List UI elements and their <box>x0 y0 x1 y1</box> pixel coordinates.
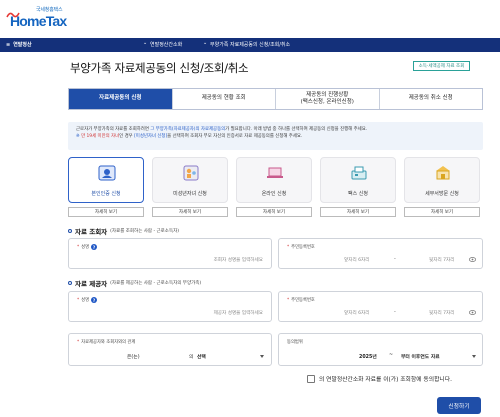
tab-apply[interactable]: 자료제공동의 신청 <box>69 89 172 109</box>
laptop-icon <box>267 167 283 178</box>
id-card-icon <box>98 165 116 181</box>
method-card-online[interactable]: 온라인 신청 <box>236 157 312 203</box>
tab-progress[interactable]: 제공동의 진행상황 (팩스신청, 온라인신청) <box>275 89 379 109</box>
method-label: 세무서방문 신청 <box>425 191 459 197</box>
section-bullet-icon <box>68 281 72 285</box>
eye-icon[interactable] <box>469 310 476 315</box>
relation-prefix: 은(는) <box>127 355 140 360</box>
tab-cancel[interactable]: 제공동의 취소 신청 <box>378 89 483 109</box>
notice-line-2: ※ 만 19세 미만의 자녀인 경우 [미성년자녀 신청]을 선택하여 조회자 … <box>76 134 303 139</box>
provider-name-input[interactable]: 제공자 성명을 입력하세요 <box>214 310 263 316</box>
page-title: 부양가족 자료제공동의 신청/조회/취소 <box>70 61 249 75</box>
logo-text: HomeTax <box>10 13 67 29</box>
detail-button[interactable]: 자세히 보기 <box>320 207 396 217</box>
detail-button[interactable]: 자세히 보기 <box>152 207 228 217</box>
provider-rrn-back-input[interactable]: 뒷자리 7자리 <box>429 310 455 316</box>
provider-rrn-field[interactable]: * 주민등록번호 앞자리 6자리 - 뒷자리 7자리 <box>278 291 483 322</box>
breadcrumb-item[interactable]: 부양가족 자료제공동의 신청/조회/취소 <box>210 41 290 48</box>
submit-button[interactable]: 신청하기 <box>437 397 481 414</box>
section-bullet-icon <box>68 229 72 233</box>
nav-menu-label: 연말정산 <box>13 42 32 48</box>
consent-row: 의 연말정산간소화 자료를 이(가) 조회함에 동의합니다. <box>307 374 452 383</box>
consent-checkbox[interactable] <box>307 374 315 383</box>
method-card-self-auth[interactable]: 본인인증 신청 <box>68 157 144 203</box>
help-icon[interactable]: ? <box>91 244 98 250</box>
period-dash: ~ <box>389 353 394 358</box>
tax-office-icon <box>436 166 450 180</box>
hamburger-icon: ≡ <box>6 41 11 48</box>
notice-box: 근로자가 부양가족의 자료를 조회하려면 그 부양가족(자료제공자)의 자료제공… <box>68 122 483 150</box>
detail-button[interactable]: 자세히 보기 <box>404 207 480 217</box>
detail-button[interactable]: 자세히 보기 <box>68 207 144 217</box>
method-card-fax[interactable]: 팩스 신청 <box>320 157 396 203</box>
fax-icon <box>351 166 367 180</box>
relation-mid: 의 <box>189 355 194 360</box>
method-label: 팩스 신청 <box>348 191 368 197</box>
method-card-minor-child[interactable]: 미성년자녀 신청 <box>152 157 228 203</box>
relation-select[interactable]: 선택 <box>197 353 206 360</box>
relation-field[interactable]: * 자료제공자와 조회자와의 관계 은(는) 의 선택 <box>68 333 272 366</box>
period-value: 부터 이후연도 자료 <box>401 355 440 360</box>
tab-status[interactable]: 제공동의 현황 조회 <box>171 89 276 109</box>
chevron-down-icon: ⌄ <box>203 40 208 46</box>
provider-section-heading: 자료 제공자 (자료를 제공하는 사람 - 근로소득자의 부양가족) <box>68 278 201 288</box>
chevron-down-icon <box>260 355 264 358</box>
method-label: 본인인증 신청 <box>91 191 121 197</box>
method-card-tax-office[interactable]: 세무서방문 신청 <box>404 157 480 203</box>
hometax-logo[interactable]: 국세청홈택스 HomeTax <box>6 6 67 32</box>
chevron-down-icon <box>472 355 476 358</box>
period-field[interactable]: 동의범위 2025년 ~ 부터 이후연도 자료 <box>278 333 483 366</box>
nav-menu-button[interactable]: ≡ 연말정산 <box>6 41 32 49</box>
consent-text: 의 연말정산간소화 자료를 이(가) 조회함에 동의합니다. <box>319 377 452 383</box>
viewer-name-input[interactable]: 조회자 성명을 입력하세요 <box>214 257 263 263</box>
method-label: 온라인 신청 <box>261 191 287 197</box>
related-service-link[interactable]: 소득·세액공제 자료 조회 <box>413 61 470 71</box>
help-icon[interactable]: ? <box>91 297 98 303</box>
period-year-select[interactable]: 2025년 <box>359 353 377 360</box>
provider-name-field[interactable]: * 성명? 제공자 성명을 입력하세요 <box>68 291 272 322</box>
viewer-rrn-back-input[interactable]: 뒷자리 7자리 <box>429 257 455 263</box>
tab-bar: 자료제공동의 신청 제공동의 현황 조회 제공동의 진행상황 (팩스신청, 온라… <box>68 88 483 110</box>
provider-rrn-front-input[interactable]: 앞자리 6자리 <box>344 310 370 316</box>
viewer-rrn-front-input[interactable]: 앞자리 6자리 <box>344 257 370 263</box>
logo-subtitle: 국세청홈택스 <box>36 7 63 13</box>
top-nav-bar: ≡ 연말정산 ⌄ 연말정산간소화 ⌄ 부양가족 자료제공동의 신청/조회/취소 <box>0 38 500 52</box>
child-icon <box>183 165 199 181</box>
viewer-section-heading: 자료 조회자 (자료를 조회하는 사람 - 근로소득자) <box>68 226 179 236</box>
notice-line-1: 근로자가 부양가족의 자료를 조회하려면 그 부양가족(자료제공자)의 자료제공… <box>76 127 368 132</box>
chevron-down-icon: ⌄ <box>143 40 148 46</box>
viewer-rrn-field[interactable]: * 주민등록번호 앞자리 6자리 - 뒷자리 7자리 <box>278 238 483 269</box>
viewer-name-field[interactable]: * 성명? 조회자 성명을 입력하세요 <box>68 238 272 269</box>
eye-icon[interactable] <box>469 257 476 262</box>
breadcrumb-item[interactable]: 연말정산간소화 <box>150 41 182 48</box>
detail-button[interactable]: 자세히 보기 <box>236 207 312 217</box>
method-label: 미성년자녀 신청 <box>173 191 207 197</box>
